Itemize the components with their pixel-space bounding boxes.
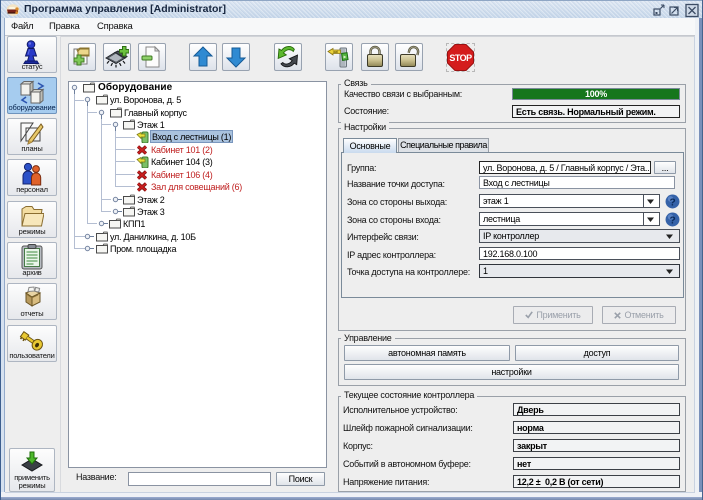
svg-text:STOP: STOP (449, 53, 472, 63)
svg-text:?: ? (670, 215, 676, 226)
svg-text:?: ? (670, 197, 676, 208)
